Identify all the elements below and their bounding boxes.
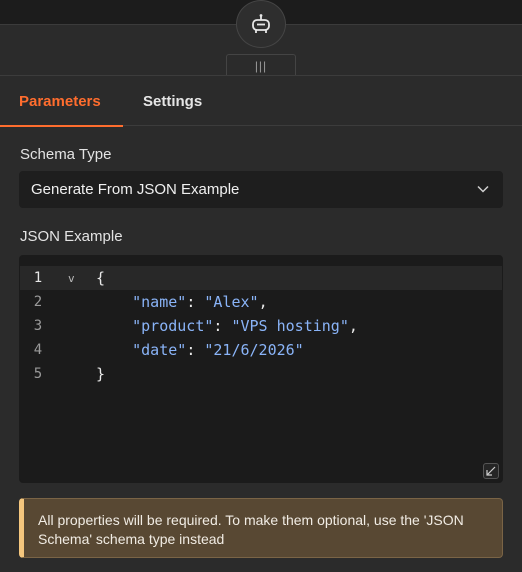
line-number: 4 <box>33 342 43 358</box>
required-properties-notice: All properties will be required. To make… <box>19 498 503 558</box>
fold-toggle-icon[interactable]: v <box>68 272 75 285</box>
tab-parameters-label: Parameters <box>19 92 101 110</box>
json-string: "VPS hosting" <box>231 317 349 335</box>
json-key: "date" <box>132 341 187 359</box>
code-text: } <box>96 365 105 383</box>
json-punct: , <box>258 293 268 311</box>
json-punct <box>96 341 132 359</box>
drag-handle-icon: ||| <box>254 58 268 73</box>
code-line[interactable]: 4 "date": "21/6/2026" <box>20 338 502 362</box>
json-key: "name" <box>132 293 187 311</box>
line-number: 3 <box>33 318 43 334</box>
json-string: "21/6/2026" <box>204 341 304 359</box>
schema-type-label: Schema Type <box>20 146 112 163</box>
drag-handle[interactable]: ||| <box>226 54 296 76</box>
json-punct: , <box>348 317 358 335</box>
line-number: 5 <box>33 366 43 382</box>
expand-editor-icon[interactable] <box>483 463 499 479</box>
line-number: 1 <box>33 270 43 286</box>
code-line[interactable]: 5} <box>20 362 502 386</box>
json-string: "Alex" <box>204 293 259 311</box>
schema-type-select[interactable]: Generate From JSON Example <box>19 171 503 208</box>
json-key: "product" <box>132 317 214 335</box>
json-punct: : <box>186 341 205 359</box>
robot-icon <box>252 14 270 33</box>
json-code-editor[interactable]: 1 v{2 "name": "Alex", 3 "product": "VPS ho… <box>19 255 503 483</box>
line-number: 2 <box>33 294 43 310</box>
json-punct <box>96 317 132 335</box>
code-text: { <box>96 269 105 287</box>
tabs-bar: Parameters Settings <box>0 75 522 127</box>
schema-type-value: Generate From JSON Example <box>31 181 240 198</box>
tab-settings[interactable]: Settings <box>143 76 202 126</box>
code-text: "date": "21/6/2026" <box>96 341 304 359</box>
json-punct: } <box>96 365 106 383</box>
code-line[interactable]: 1 v { <box>20 266 502 290</box>
node-icon-button[interactable] <box>236 0 286 48</box>
json-punct <box>96 293 132 311</box>
chevron-down-icon <box>477 185 489 193</box>
json-punct: { <box>96 269 106 287</box>
code-text: "product": "VPS hosting", <box>96 317 358 335</box>
tab-settings-label: Settings <box>143 92 203 110</box>
code-text: "name": "Alex", <box>96 293 268 311</box>
notice-text: All properties will be required. To make… <box>38 512 464 547</box>
json-example-label: JSON Example <box>20 228 123 245</box>
json-punct: : <box>186 293 205 311</box>
code-line[interactable]: 2 "name": "Alex", <box>20 290 502 314</box>
code-line[interactable]: 3 "product": "VPS hosting", <box>20 314 502 338</box>
json-punct: : <box>213 317 232 335</box>
tab-parameters[interactable]: Parameters <box>0 76 123 127</box>
